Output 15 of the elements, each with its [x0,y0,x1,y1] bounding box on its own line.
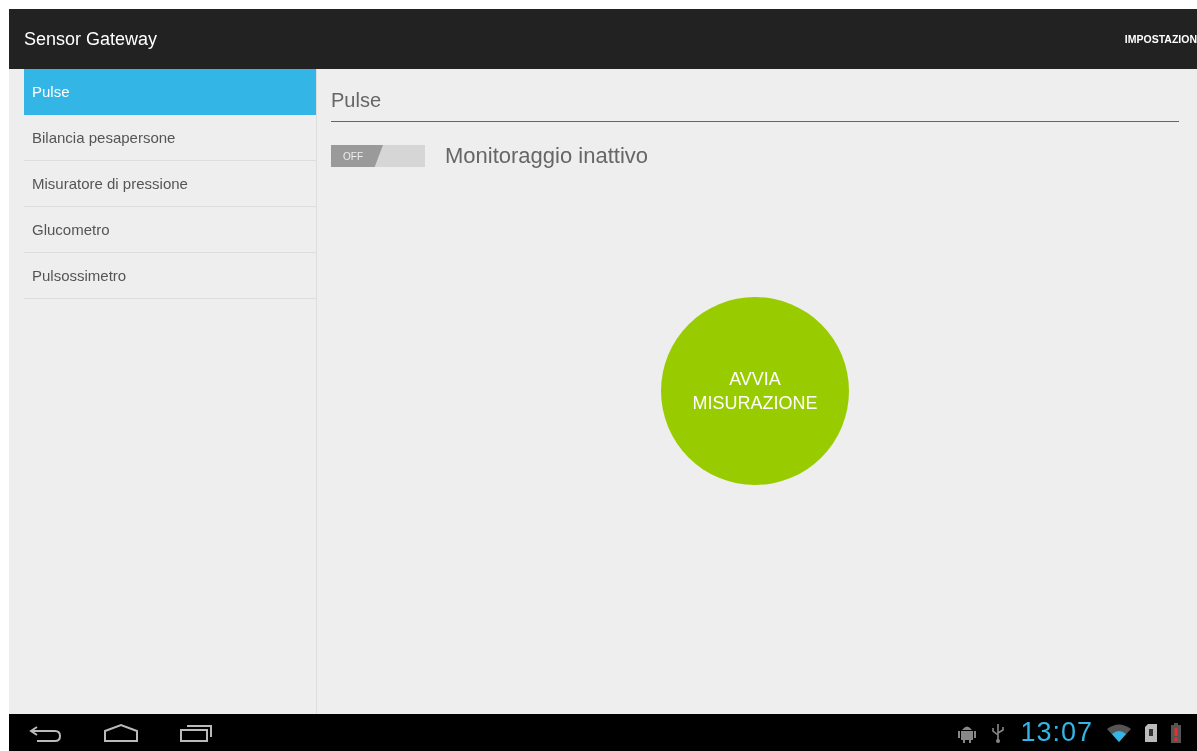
wifi-icon [1107,723,1131,742]
recent-apps-icon[interactable] [179,722,213,743]
sidebar-item[interactable]: Misuratore di pressione [24,161,316,207]
settings-button[interactable]: IMPOSTAZION [1116,29,1197,49]
usb-icon [990,722,1007,743]
sidebar-item[interactable]: Bilancia pesapersone [24,115,316,161]
sim-card-icon [1145,723,1157,742]
home-icon[interactable] [103,722,139,743]
battery-icon [1171,722,1181,743]
clock: 13:07 [1020,717,1093,748]
status-label: Monitoraggio inattivo [445,143,648,169]
app-title: Sensor Gateway [24,28,158,50]
sidebar-item[interactable]: Pulsossimetro [24,253,316,299]
section-title: Pulse [331,69,1179,122]
sidebar-item[interactable]: Glucometro [24,207,316,253]
